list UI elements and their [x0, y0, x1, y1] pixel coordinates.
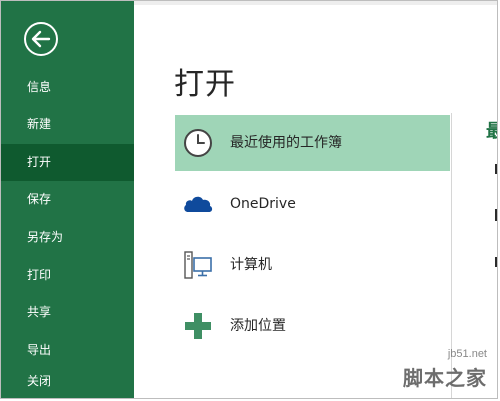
computer-icon	[184, 251, 212, 279]
recent-file-icon	[495, 164, 497, 174]
location-label: 最近使用的工作簿	[230, 135, 342, 151]
open-locations-list: 最近使用的工作簿 OneDrive 计算机 添加位置	[175, 115, 450, 359]
back-button[interactable]	[23, 21, 59, 57]
watermark-name: 脚本之家	[403, 366, 487, 390]
location-computer[interactable]: 计算机	[175, 237, 450, 293]
sidebar-item-info[interactable]: 信息	[1, 69, 134, 106]
sidebar-item-share[interactable]: 共享	[1, 294, 134, 331]
location-onedrive[interactable]: OneDrive	[175, 176, 450, 232]
excel-backstage-window: 信息 新建 打开 保存 另存为 打印 共享 导出 关闭 打开 最近使用的工作簿	[0, 0, 498, 399]
top-strip	[134, 1, 497, 5]
watermark: jb51.net 脚本之家	[363, 348, 493, 392]
location-recent-workbooks[interactable]: 最近使用的工作簿	[175, 115, 450, 171]
sidebar-item-new[interactable]: 新建	[1, 106, 134, 143]
watermark-site: jb51.net	[447, 348, 487, 360]
sidebar-item-save-as[interactable]: 另存为	[1, 219, 134, 256]
sidebar-item-open[interactable]: 打开	[1, 144, 134, 181]
page-title: 打开	[174, 67, 236, 102]
recent-file-icon	[495, 209, 497, 221]
back-arrow-icon	[24, 22, 58, 56]
backstage-main: 打开 最近使用的工作簿 OneDrive 计算机 添加位置	[134, 1, 497, 398]
recent-file-icon	[495, 257, 497, 267]
clock-icon	[184, 129, 212, 157]
sidebar-item-save[interactable]: 保存	[1, 181, 134, 218]
location-label: 添加位置	[230, 318, 286, 334]
location-label: OneDrive	[230, 196, 296, 212]
location-label: 计算机	[230, 257, 272, 273]
recent-pane-heading: 最	[486, 117, 497, 143]
cloud-icon	[184, 196, 213, 212]
sidebar-item-close[interactable]: 关闭	[1, 363, 134, 398]
sidebar-item-print[interactable]: 打印	[1, 257, 134, 294]
plus-icon	[185, 313, 211, 339]
location-add-place[interactable]: 添加位置	[175, 298, 450, 354]
backstage-sidebar: 信息 新建 打开 保存 另存为 打印 共享 导出 关闭	[1, 1, 134, 398]
